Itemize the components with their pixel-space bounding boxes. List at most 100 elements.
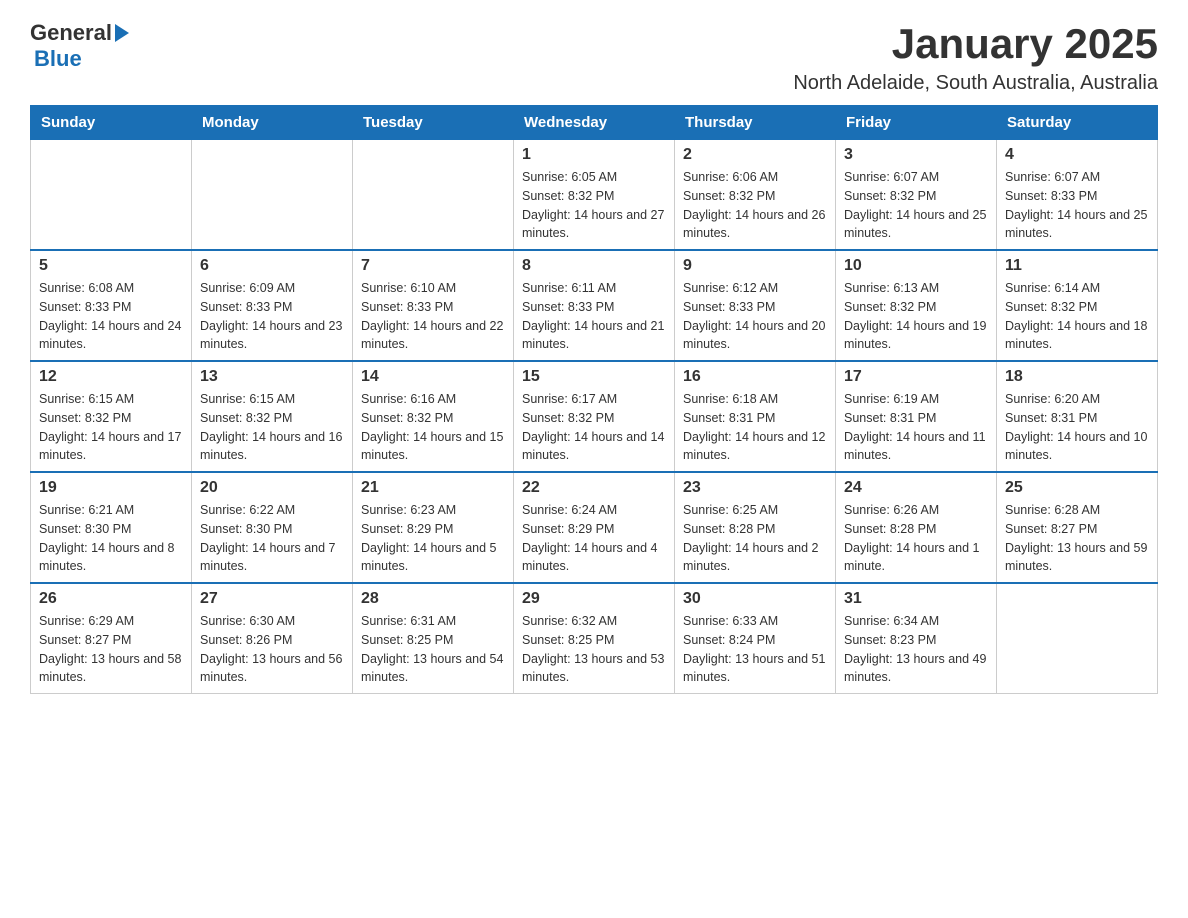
day-info: Sunrise: 6:33 AMSunset: 8:24 PMDaylight:… <box>683 612 827 687</box>
calendar-day-cell: 22Sunrise: 6:24 AMSunset: 8:29 PMDayligh… <box>514 472 675 583</box>
logo: General Blue <box>30 20 129 72</box>
calendar-header-cell: Saturday <box>997 106 1158 140</box>
day-number: 10 <box>844 257 988 275</box>
calendar-day-cell <box>31 140 192 251</box>
day-info: Sunrise: 6:21 AMSunset: 8:30 PMDaylight:… <box>39 501 183 576</box>
day-info: Sunrise: 6:13 AMSunset: 8:32 PMDaylight:… <box>844 279 988 354</box>
day-number: 23 <box>683 479 827 497</box>
day-number: 5 <box>39 257 183 275</box>
day-number: 19 <box>39 479 183 497</box>
calendar-day-cell: 15Sunrise: 6:17 AMSunset: 8:32 PMDayligh… <box>514 361 675 472</box>
calendar-day-cell: 9 Sunrise: 6:12 AMSunset: 8:33 PMDaylight… <box>675 250 836 361</box>
calendar-day-cell: 4 Sunrise: 6:07 AMSunset: 8:33 PMDaylight… <box>997 140 1158 251</box>
calendar-day-cell: 25 Sunrise: 6:28 AMSunset: 8:27 PMDayligh… <box>997 472 1158 583</box>
calendar-day-cell <box>353 140 514 251</box>
day-number: 15 <box>522 368 666 386</box>
day-number: 12 <box>39 368 183 386</box>
day-info: Sunrise: 6:19 AMSunset: 8:31 PMDaylight:… <box>844 390 988 465</box>
calendar-day-cell <box>997 583 1158 694</box>
day-info: Sunrise: 6:08 AMSunset: 8:33 PMDaylight:… <box>39 279 183 354</box>
calendar-header-cell: Friday <box>836 106 997 140</box>
logo-blue-text: Blue <box>34 46 82 72</box>
day-info: Sunrise: 6:18 AMSunset: 8:31 PMDaylight:… <box>683 390 827 465</box>
calendar-header-cell: Monday <box>192 106 353 140</box>
title-area: January 2025 North Adelaide, South Austr… <box>793 20 1158 95</box>
calendar-day-cell: 11Sunrise: 6:14 AMSunset: 8:32 PMDayligh… <box>997 250 1158 361</box>
calendar-day-cell: 27 Sunrise: 6:30 AMSunset: 8:26 PMDayligh… <box>192 583 353 694</box>
day-number: 3 <box>844 146 988 164</box>
day-number: 17 <box>844 368 988 386</box>
day-info: Sunrise: 6:15 AMSunset: 8:32 PMDaylight:… <box>39 390 183 465</box>
calendar-day-cell: 7 Sunrise: 6:10 AMSunset: 8:33 PMDaylight… <box>353 250 514 361</box>
calendar-day-cell: 18Sunrise: 6:20 AMSunset: 8:31 PMDayligh… <box>997 361 1158 472</box>
day-info: Sunrise: 6:11 AMSunset: 8:33 PMDaylight:… <box>522 279 666 354</box>
calendar-day-cell: 23 Sunrise: 6:25 AMSunset: 8:28 PMDayligh… <box>675 472 836 583</box>
calendar-title: January 2025 <box>793 20 1158 68</box>
day-info: Sunrise: 6:34 AMSunset: 8:23 PMDaylight:… <box>844 612 988 687</box>
day-info: Sunrise: 6:30 AMSunset: 8:26 PMDaylight:… <box>200 612 344 687</box>
day-number: 13 <box>200 368 344 386</box>
day-number: 30 <box>683 590 827 608</box>
day-info: Sunrise: 6:07 AMSunset: 8:32 PMDaylight:… <box>844 168 988 243</box>
day-info: Sunrise: 6:12 AMSunset: 8:33 PMDaylight:… <box>683 279 827 354</box>
day-info: Sunrise: 6:24 AMSunset: 8:29 PMDaylight:… <box>522 501 666 576</box>
day-info: Sunrise: 6:29 AMSunset: 8:27 PMDaylight:… <box>39 612 183 687</box>
logo-triangle-icon <box>115 24 129 42</box>
calendar-header-cell: Thursday <box>675 106 836 140</box>
calendar-day-cell: 17 Sunrise: 6:19 AMSunset: 8:31 PMDayligh… <box>836 361 997 472</box>
calendar-day-cell: 12 Sunrise: 6:15 AMSunset: 8:32 PMDayligh… <box>31 361 192 472</box>
calendar-day-cell: 26Sunrise: 6:29 AMSunset: 8:27 PMDayligh… <box>31 583 192 694</box>
day-number: 31 <box>844 590 988 608</box>
day-info: Sunrise: 6:10 AMSunset: 8:33 PMDaylight:… <box>361 279 505 354</box>
calendar-header-cell: Tuesday <box>353 106 514 140</box>
header: General Blue January 2025 North Adelaide… <box>30 20 1158 95</box>
calendar-day-cell: 5 Sunrise: 6:08 AMSunset: 8:33 PMDaylight… <box>31 250 192 361</box>
day-number: 7 <box>361 257 505 275</box>
calendar-day-cell: 1 Sunrise: 6:05 AMSunset: 8:32 PMDaylight… <box>514 140 675 251</box>
day-info: Sunrise: 6:14 AMSunset: 8:32 PMDaylight:… <box>1005 279 1149 354</box>
calendar-day-cell: 13 Sunrise: 6:15 AMSunset: 8:32 PMDayligh… <box>192 361 353 472</box>
calendar-table: SundayMondayTuesdayWednesdayThursdayFrid… <box>30 105 1158 694</box>
day-number: 27 <box>200 590 344 608</box>
day-number: 8 <box>522 257 666 275</box>
day-number: 28 <box>361 590 505 608</box>
day-number: 18 <box>1005 368 1149 386</box>
calendar-day-cell <box>192 140 353 251</box>
day-info: Sunrise: 6:15 AMSunset: 8:32 PMDaylight:… <box>200 390 344 465</box>
day-info: Sunrise: 6:25 AMSunset: 8:28 PMDaylight:… <box>683 501 827 576</box>
calendar-day-cell: 29 Sunrise: 6:32 AMSunset: 8:25 PMDayligh… <box>514 583 675 694</box>
day-info: Sunrise: 6:05 AMSunset: 8:32 PMDaylight:… <box>522 168 666 243</box>
day-info: Sunrise: 6:28 AMSunset: 8:27 PMDaylight:… <box>1005 501 1149 576</box>
day-number: 1 <box>522 146 666 164</box>
calendar-day-cell: 20Sunrise: 6:22 AMSunset: 8:30 PMDayligh… <box>192 472 353 583</box>
day-number: 4 <box>1005 146 1149 164</box>
calendar-day-cell: 6Sunrise: 6:09 AMSunset: 8:33 PMDaylight… <box>192 250 353 361</box>
day-number: 9 <box>683 257 827 275</box>
calendar-header-cell: Wednesday <box>514 106 675 140</box>
day-info: Sunrise: 6:09 AMSunset: 8:33 PMDaylight:… <box>200 279 344 354</box>
logo-general-text: General <box>30 20 112 46</box>
day-info: Sunrise: 6:26 AMSunset: 8:28 PMDaylight:… <box>844 501 988 576</box>
calendar-subtitle: North Adelaide, South Australia, Austral… <box>793 72 1158 95</box>
calendar-day-cell: 24 Sunrise: 6:26 AMSunset: 8:28 PMDayligh… <box>836 472 997 583</box>
day-info: Sunrise: 6:23 AMSunset: 8:29 PMDaylight:… <box>361 501 505 576</box>
calendar-day-cell: 16 Sunrise: 6:18 AMSunset: 8:31 PMDayligh… <box>675 361 836 472</box>
day-number: 2 <box>683 146 827 164</box>
calendar-week-row: 5 Sunrise: 6:08 AMSunset: 8:33 PMDaylight… <box>31 250 1158 361</box>
calendar-day-cell: 8 Sunrise: 6:11 AMSunset: 8:33 PMDaylight… <box>514 250 675 361</box>
calendar-day-cell: 31 Sunrise: 6:34 AMSunset: 8:23 PMDayligh… <box>836 583 997 694</box>
day-info: Sunrise: 6:16 AMSunset: 8:32 PMDaylight:… <box>361 390 505 465</box>
calendar-day-cell: 14Sunrise: 6:16 AMSunset: 8:32 PMDayligh… <box>353 361 514 472</box>
calendar-day-cell: 30 Sunrise: 6:33 AMSunset: 8:24 PMDayligh… <box>675 583 836 694</box>
day-info: Sunrise: 6:06 AMSunset: 8:32 PMDaylight:… <box>683 168 827 243</box>
day-info: Sunrise: 6:32 AMSunset: 8:25 PMDaylight:… <box>522 612 666 687</box>
day-number: 16 <box>683 368 827 386</box>
day-info: Sunrise: 6:07 AMSunset: 8:33 PMDaylight:… <box>1005 168 1149 243</box>
calendar-week-row: 12 Sunrise: 6:15 AMSunset: 8:32 PMDayligh… <box>31 361 1158 472</box>
calendar-day-cell: 21Sunrise: 6:23 AMSunset: 8:29 PMDayligh… <box>353 472 514 583</box>
day-number: 25 <box>1005 479 1149 497</box>
calendar-day-cell: 3 Sunrise: 6:07 AMSunset: 8:32 PMDaylight… <box>836 140 997 251</box>
calendar-day-cell: 28Sunrise: 6:31 AMSunset: 8:25 PMDayligh… <box>353 583 514 694</box>
day-number: 29 <box>522 590 666 608</box>
day-number: 24 <box>844 479 988 497</box>
